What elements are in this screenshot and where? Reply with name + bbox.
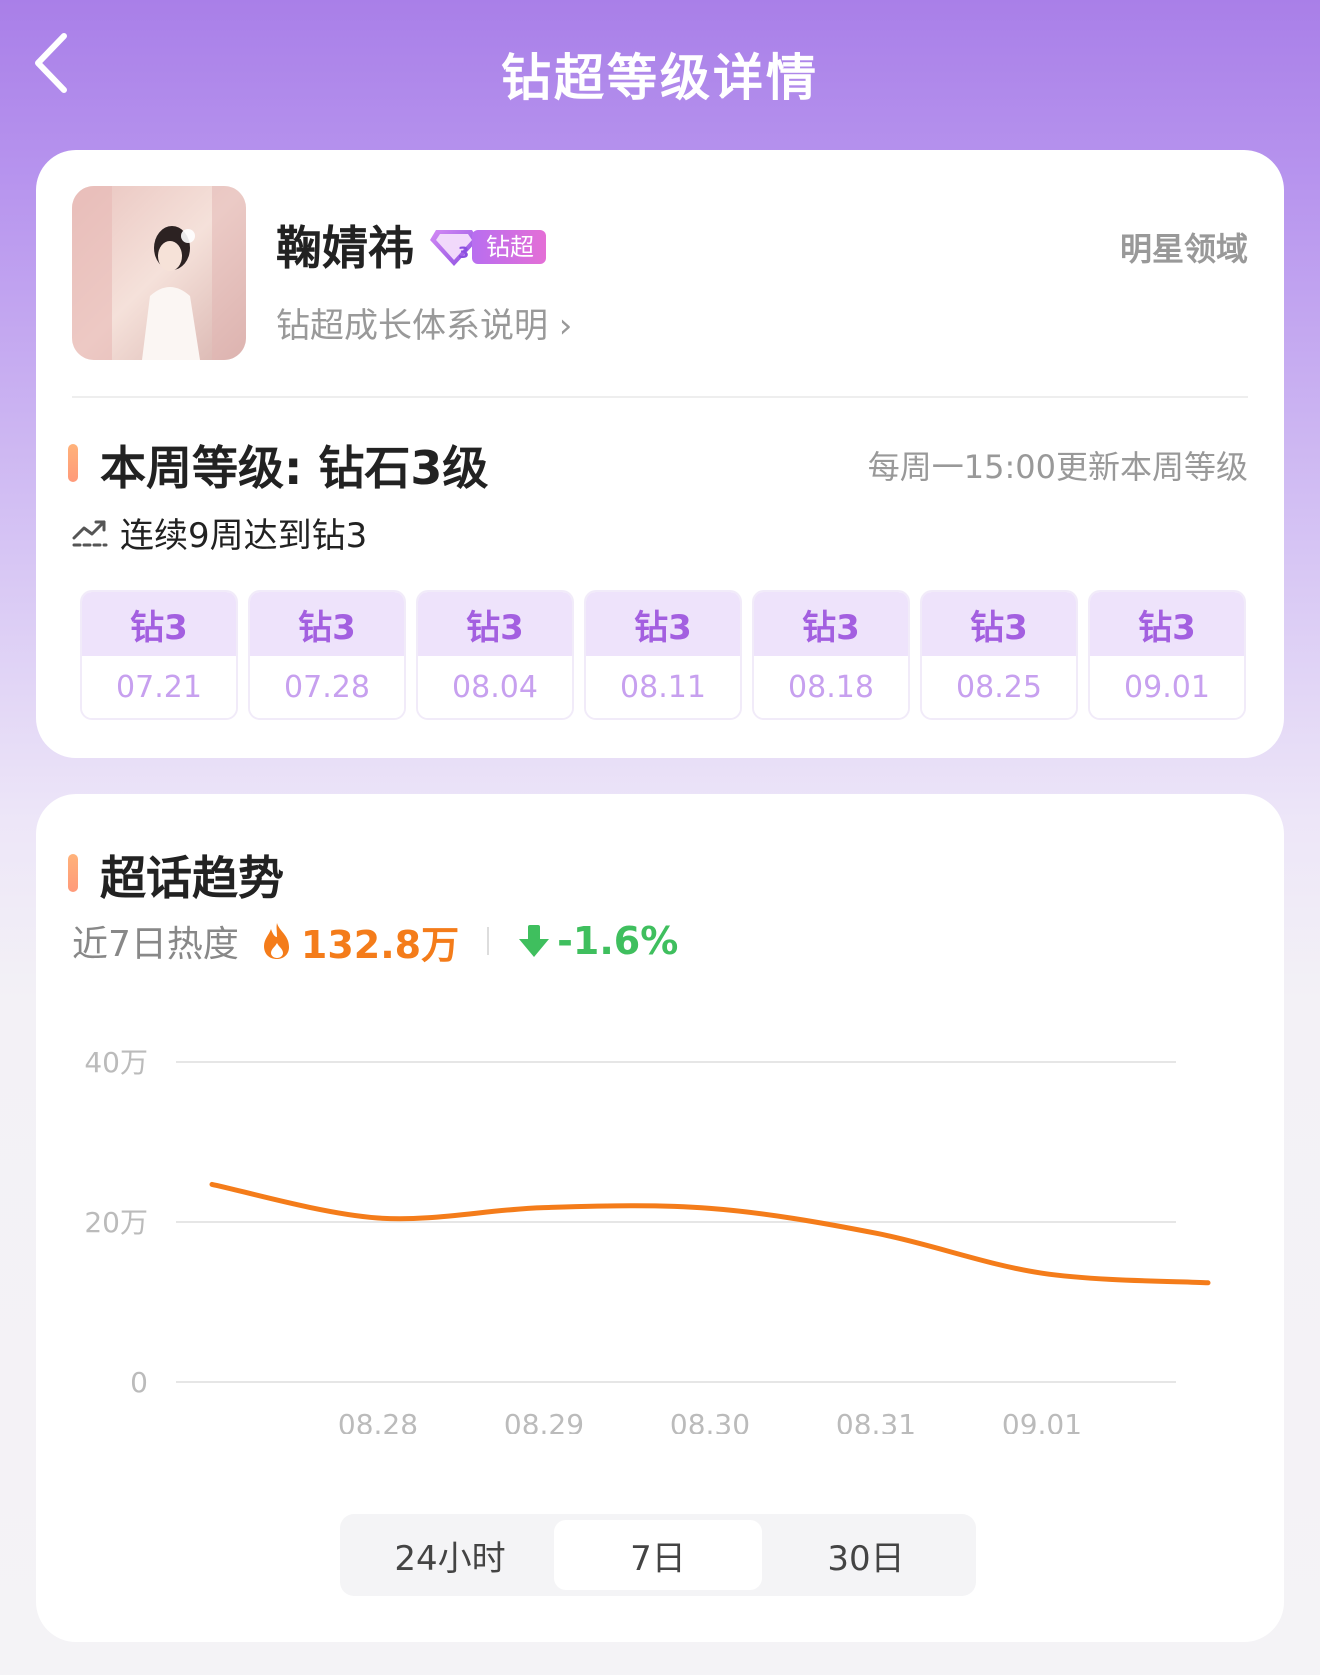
series-line — [209, 1181, 1211, 1286]
heat-value: 132.8万 — [300, 922, 460, 967]
page-title: 钻超等级详情 — [501, 49, 819, 107]
x-tick-label: 08.31 — [836, 1408, 916, 1434]
week-cell[interactable]: 钻3 09.01 — [1088, 590, 1246, 720]
heat-label: 近7日热度 — [72, 924, 239, 965]
tab-24h[interactable]: 24小时 — [346, 1520, 554, 1590]
x-tick-label: 08.30 — [670, 1408, 750, 1434]
week-date: 07.21 — [82, 656, 236, 718]
streak-text: 连续9周达到钻3 — [120, 516, 368, 556]
header: 钻超等级详情 — [0, 0, 1320, 140]
diamond-badge: 3 钻超 — [428, 228, 546, 266]
y-tick-label: 20万 — [84, 1206, 148, 1239]
week-level: 钻3 — [250, 592, 404, 656]
heat-row: 近7日热度 132.8万 -1.6% — [72, 916, 679, 967]
tab-30d[interactable]: 30日 — [762, 1520, 970, 1590]
week-cell[interactable]: 钻3 08.11 — [584, 590, 742, 720]
range-tabs: 24小时 7日 30日 — [340, 1514, 976, 1596]
svg-text:3: 3 — [458, 243, 469, 262]
week-level: 钻3 — [922, 592, 1076, 656]
level-card: 鞠婧祎 3 钻超 钻超成长体系说明 › 明星领域 本周等级: 钻石3级 每周一1… — [36, 150, 1284, 758]
separator — [487, 927, 490, 955]
arrow-down-icon — [519, 925, 550, 957]
week-date: 08.04 — [418, 656, 572, 718]
avatar-image — [72, 186, 246, 360]
week-cell[interactable]: 钻3 07.21 — [80, 590, 238, 720]
trend-card: 超话趋势 近7日热度 132.8万 -1.6% 0 20万 40万 08.28 08.… — [36, 794, 1284, 1642]
week-level: 钻3 — [586, 592, 740, 656]
accent-bar — [68, 854, 78, 892]
streak-row: 连续9周达到钻3 — [72, 508, 367, 557]
week-level: 钻3 — [754, 592, 908, 656]
week-cell[interactable]: 钻3 08.04 — [416, 590, 574, 720]
trend-up-icon — [72, 520, 108, 546]
domain-label: 明星领域 — [1120, 224, 1248, 270]
week-level: 钻3 — [418, 592, 572, 656]
user-name: 鞠婧祎 — [276, 221, 414, 275]
week-date: 08.18 — [754, 656, 908, 718]
week-date: 08.11 — [586, 656, 740, 718]
week-history: 钻3 07.21 钻3 07.28 钻3 08.04 钻3 08.11 钻3 0… — [80, 590, 1246, 720]
x-tick-label: 08.28 — [338, 1408, 418, 1434]
x-tick-label: 08.29 — [504, 1408, 584, 1434]
week-level: 钻3 — [82, 592, 236, 656]
avatar[interactable] — [72, 186, 246, 360]
week-date: 07.28 — [250, 656, 404, 718]
divider — [72, 396, 1248, 398]
week-date: 09.01 — [1090, 656, 1244, 718]
week-date: 08.25 — [922, 656, 1076, 718]
badge-label: 钻超 — [472, 230, 546, 264]
update-note: 每周一15:00更新本周等级 — [867, 448, 1248, 486]
y-tick-label: 0 — [130, 1366, 148, 1399]
growth-system-link[interactable]: 钻超成长体系说明 › — [276, 298, 572, 347]
week-level: 钻3 — [1090, 592, 1244, 656]
trend-title: 超话趋势 — [100, 851, 284, 905]
accent-bar — [68, 444, 78, 482]
week-cell[interactable]: 钻3 08.25 — [920, 590, 1078, 720]
flame-icon — [263, 923, 289, 959]
domain-text: 明星领域 — [1119, 230, 1248, 268]
week-cell[interactable]: 钻3 08.18 — [752, 590, 910, 720]
week-level-title: 本周等级: 钻石3级 — [100, 441, 489, 495]
week-cell[interactable]: 钻3 07.28 — [248, 590, 406, 720]
tab-7d[interactable]: 7日 — [554, 1520, 762, 1590]
y-tick-label: 40万 — [84, 1046, 148, 1079]
x-tick-label: 09.01 — [1002, 1408, 1082, 1434]
trend-chart: 0 20万 40万 08.28 08.29 08.30 08.31 09.01 — [84, 1046, 1211, 1434]
heat-change: -1.6% — [557, 919, 679, 963]
